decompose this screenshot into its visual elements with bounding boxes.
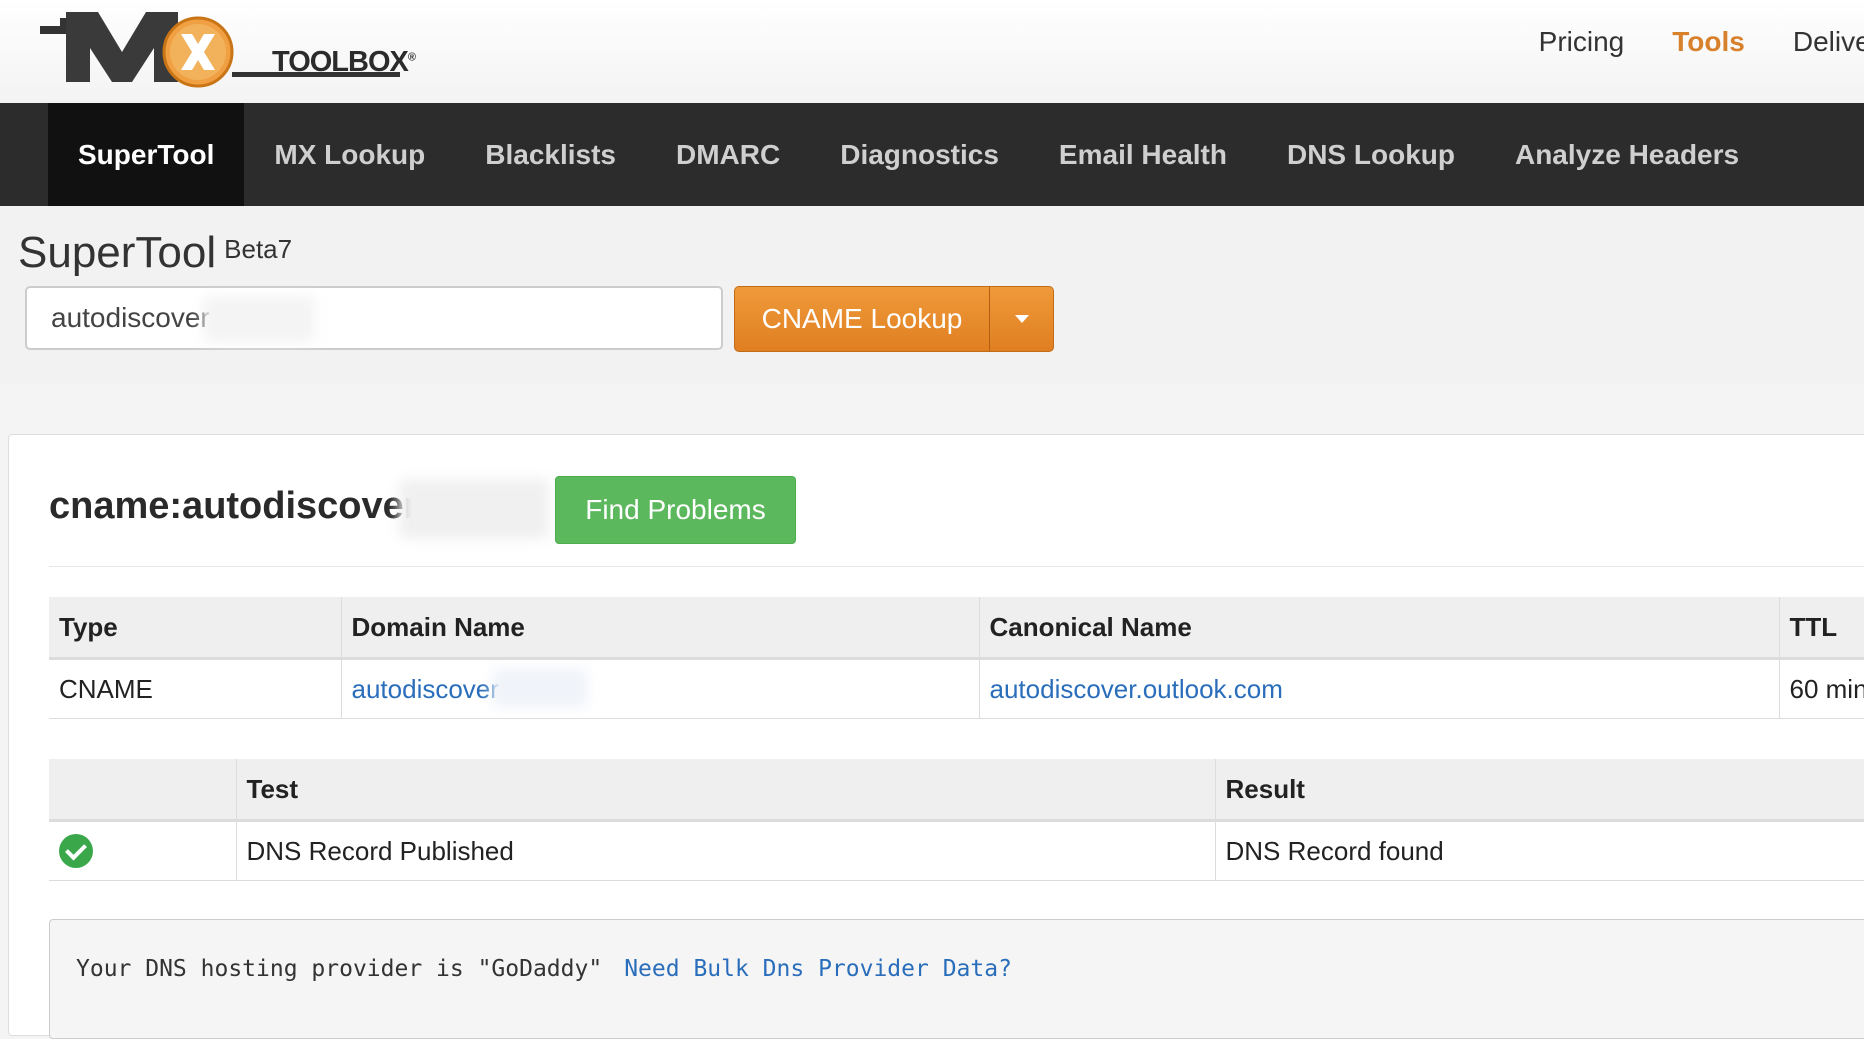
divider: [49, 566, 1864, 567]
cell-canonical-name: autodiscover.outlook.com: [979, 658, 1780, 719]
col-header-canonical-name: Canonical Name: [979, 597, 1780, 660]
domain-name-link[interactable]: autodiscover: [352, 674, 499, 704]
nav-tab-dns-lookup[interactable]: DNS Lookup: [1257, 103, 1485, 206]
page-title-text: SuperTool: [18, 228, 217, 277]
main-nav: SuperTool MX Lookup Blacklists DMARC Dia…: [0, 103, 1864, 206]
logo-registered-mark: ®: [407, 51, 416, 64]
col-header-test: Test: [236, 759, 1216, 822]
beta-badge: Beta7: [224, 234, 293, 264]
top-link-tools[interactable]: Tools: [1672, 26, 1745, 58]
results-panel: cname:autodiscover Find Problems Type Do…: [8, 434, 1864, 1039]
dns-provider-box: Your DNS hosting provider is "GoDaddy" Ne…: [49, 919, 1864, 1039]
table-header-row: Test Result: [49, 759, 1864, 822]
nav-tab-supertool[interactable]: SuperTool: [48, 103, 245, 206]
col-header-status: [49, 759, 237, 822]
col-header-type: Type: [49, 597, 342, 660]
logo-text: TOOLBOX®: [272, 46, 416, 79]
top-header: TOOLBOX® Pricing Tools Delivery: [0, 0, 1864, 104]
col-header-result: Result: [1215, 759, 1864, 822]
nav-tab-blacklists[interactable]: Blacklists: [455, 103, 646, 206]
mxtoolbox-logo[interactable]: TOOLBOX®: [40, 4, 424, 100]
redacted-domain-cell-blur: [491, 668, 588, 708]
cell-domain-name: autodiscover: [341, 658, 980, 719]
nav-tab-dmarc[interactable]: DMARC: [646, 103, 810, 206]
redacted-heading-blur: [399, 479, 549, 539]
nav-tab-mx-lookup[interactable]: MX Lookup: [244, 103, 455, 206]
top-links: Pricing Tools Delivery: [1539, 26, 1864, 58]
top-link-pricing[interactable]: Pricing: [1539, 26, 1625, 58]
bulk-dns-provider-link[interactable]: Need Bulk Dns Provider Data?: [624, 956, 1012, 982]
search-input[interactable]: [25, 286, 723, 350]
cell-status: [49, 820, 237, 881]
caret-down-icon: [1014, 315, 1029, 323]
table-row: CNAME autodiscover autodiscover.outlook.…: [49, 658, 1864, 719]
nav-tab-diagnostics[interactable]: Diagnostics: [810, 103, 1029, 206]
table-header-row: Type Domain Name Canonical Name TTL: [49, 597, 1864, 660]
test-results-table: Test Result DNS Record Published DNS Rec…: [49, 759, 1864, 881]
col-header-ttl: TTL: [1779, 597, 1864, 660]
cell-test: DNS Record Published: [236, 820, 1216, 881]
logo-toolbox-text: TOOLBOX: [272, 46, 409, 78]
canonical-name-link[interactable]: autodiscover.outlook.com: [990, 674, 1283, 704]
col-header-domain-name: Domain Name: [341, 597, 980, 660]
lookup-type-dropdown-button[interactable]: [989, 286, 1054, 352]
dns-provider-text: Your DNS hosting provider is "GoDaddy" Ne…: [76, 956, 1012, 982]
nav-tab-email-health[interactable]: Email Health: [1029, 103, 1257, 206]
page-title: SuperTool Beta7: [18, 228, 292, 278]
cell-result: DNS Record found: [1215, 820, 1864, 881]
dns-record-table: Type Domain Name Canonical Name TTL CNAM…: [49, 597, 1864, 719]
table-row: DNS Record Published DNS Record found: [49, 820, 1864, 881]
dns-provider-message: Your DNS hosting provider is "GoDaddy": [76, 956, 603, 982]
redacted-domain-blur: [203, 296, 315, 342]
cname-lookup-button[interactable]: CNAME Lookup: [734, 286, 990, 352]
search-area: SuperToolBeta7 CNAME Lookup: [0, 206, 1864, 384]
cell-type: CNAME: [49, 658, 342, 719]
check-circle-icon: [59, 834, 93, 868]
cell-ttl: 60 min: [1779, 658, 1864, 719]
top-link-delivery[interactable]: Delivery: [1793, 26, 1864, 58]
find-problems-button[interactable]: Find Problems: [555, 476, 796, 544]
result-heading: cname:autodiscover: [49, 485, 419, 527]
nav-tab-analyze-headers[interactable]: Analyze Headers: [1485, 103, 1769, 206]
